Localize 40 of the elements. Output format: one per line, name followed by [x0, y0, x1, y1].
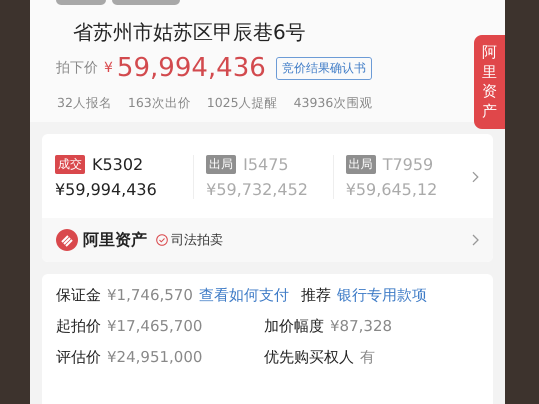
bid-amount: ¥59,645,12: [346, 180, 438, 199]
field-label: 推荐: [300, 286, 331, 305]
status-tag: 出局: [346, 155, 376, 174]
field-label: 优先购买权人: [264, 348, 354, 367]
stat-text: 43936次围观: [294, 95, 372, 112]
field-label: 保证金: [56, 286, 101, 305]
field-label: 起拍价: [56, 317, 101, 336]
bidder-code: K5302: [92, 155, 144, 174]
text-link[interactable]: 银行专用款项: [336, 286, 427, 305]
field-value: ¥87,328: [330, 317, 392, 336]
check-circle-icon: [156, 234, 168, 246]
currency-sign: ¥: [104, 60, 113, 76]
platform-name: 阿里资产: [83, 230, 147, 250]
side-tab[interactable]: 阿里资产: [474, 35, 505, 129]
confirmation-link[interactable]: 竞价结果确认书: [276, 56, 372, 80]
text-link[interactable]: 查看如何支付: [198, 286, 289, 305]
tab-pill[interactable]: [112, 0, 180, 5]
field-value: ¥1,746,570: [107, 286, 193, 304]
bidder-code: T7959: [382, 155, 434, 174]
logo-icon: [56, 229, 78, 251]
chevron-right-icon[interactable]: [472, 171, 479, 183]
field-value: ¥17,465,700: [107, 317, 202, 336]
tab-pill[interactable]: [56, 0, 106, 5]
judicial-auction-label: 司法拍卖: [171, 232, 223, 249]
bidder-code: I5475: [243, 155, 289, 174]
stat-text: 1025人提醒: [206, 95, 278, 112]
stat-text: 163次出价: [128, 95, 191, 112]
final-price: 59,994,436: [116, 53, 266, 83]
field-label: 加价幅度: [264, 317, 324, 336]
price-label: 拍下价: [56, 59, 98, 77]
status-tag: 成交: [55, 155, 85, 174]
field-label: 评估价: [56, 348, 101, 367]
stat-text: 32人报名: [57, 95, 112, 112]
chevron-right-icon[interactable]: [472, 234, 479, 246]
field-value: ¥24,951,000: [107, 348, 202, 367]
bid-amount: ¥59,994,436: [55, 180, 158, 199]
bid-amount: ¥59,732,452: [206, 180, 309, 199]
field-value: 有: [360, 348, 375, 367]
status-tag: 出局: [206, 155, 236, 174]
property-title: 省苏州市姑苏区甲辰巷6号: [73, 19, 307, 45]
